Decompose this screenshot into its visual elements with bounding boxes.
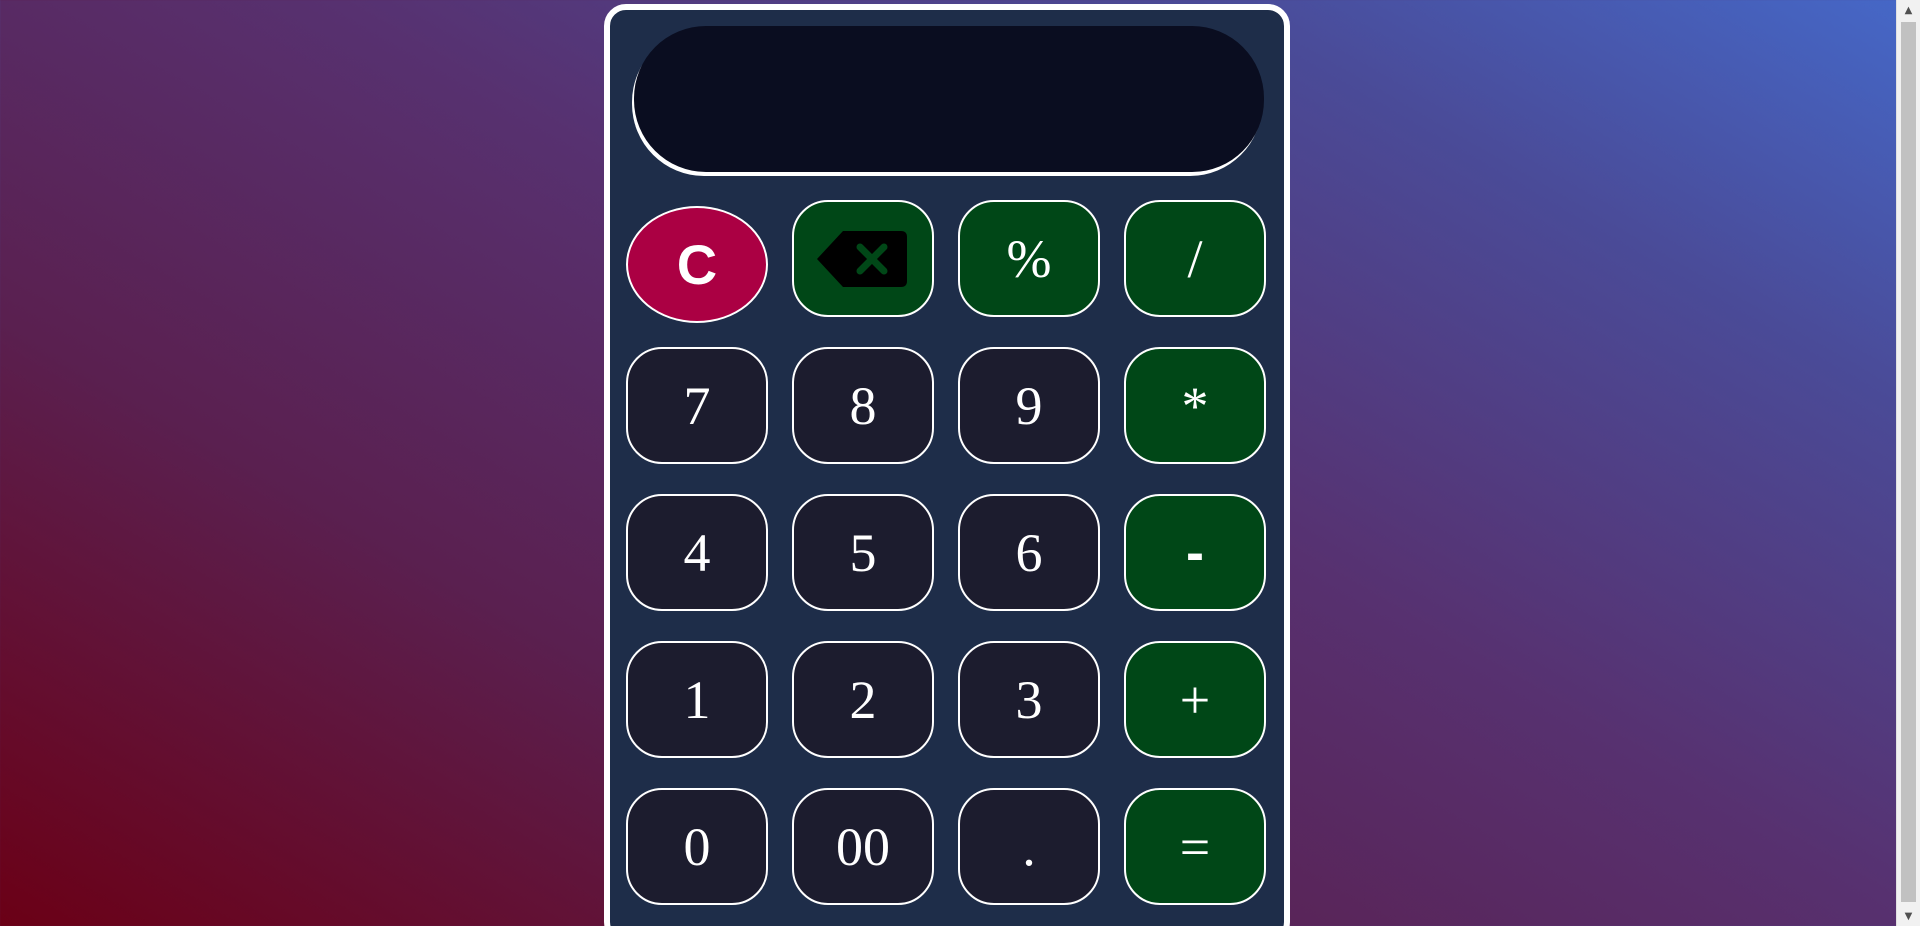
digit-7-button[interactable]: 7: [626, 347, 768, 464]
digit-1-button[interactable]: 1: [626, 641, 768, 758]
clear-button-label: C: [676, 233, 718, 296]
digit-3-label: 3: [1015, 669, 1043, 730]
digit-6-label: 6: [1015, 522, 1043, 583]
divide-button[interactable]: /: [1124, 200, 1266, 317]
digit-5-label: 5: [849, 522, 877, 583]
scroll-down-icon[interactable]: ▼: [1897, 906, 1920, 926]
page-scrollbar[interactable]: ▲ ▼: [1896, 0, 1920, 926]
divide-button-label: /: [1187, 228, 1203, 289]
digit-9-button[interactable]: 9: [958, 347, 1100, 464]
digit-2-button[interactable]: 2: [792, 641, 934, 758]
double-zero-button[interactable]: 00: [792, 788, 934, 905]
digit-0-button[interactable]: 0: [626, 788, 768, 905]
plus-button-label: +: [1179, 669, 1211, 730]
decimal-button[interactable]: .: [958, 788, 1100, 905]
display: [634, 26, 1264, 172]
calculator: C % / 7 8 9 * 4 5 6 - 1 2 3 + 0 00 . =: [604, 4, 1290, 926]
minus-button-label: -: [1186, 522, 1204, 583]
scroll-up-icon[interactable]: ▲: [1897, 0, 1920, 20]
digit-4-button[interactable]: 4: [626, 494, 768, 611]
digit-4-label: 4: [683, 522, 711, 583]
digit-0-label: 0: [683, 816, 711, 877]
digit-6-button[interactable]: 6: [958, 494, 1100, 611]
multiply-button-label: *: [1181, 375, 1209, 436]
digit-8-button[interactable]: 8: [792, 347, 934, 464]
plus-button[interactable]: +: [1124, 641, 1266, 758]
minus-button[interactable]: -: [1124, 494, 1266, 611]
decimal-label: .: [1022, 816, 1036, 877]
digit-8-label: 8: [849, 375, 877, 436]
digit-3-button[interactable]: 3: [958, 641, 1100, 758]
percent-button[interactable]: %: [958, 200, 1100, 317]
double-zero-label: 00: [836, 816, 890, 877]
digit-5-button[interactable]: 5: [792, 494, 934, 611]
clear-button[interactable]: C: [626, 206, 768, 323]
backspace-icon: [817, 230, 907, 287]
digit-2-label: 2: [849, 669, 877, 730]
backspace-button[interactable]: [792, 200, 934, 317]
digit-7-label: 7: [683, 375, 711, 436]
digit-1-label: 1: [683, 669, 711, 730]
multiply-button[interactable]: *: [1124, 347, 1266, 464]
equals-button-label: =: [1179, 816, 1211, 877]
equals-button[interactable]: =: [1124, 788, 1266, 905]
scroll-thumb[interactable]: [1901, 22, 1916, 902]
digit-9-label: 9: [1015, 375, 1043, 436]
percent-button-label: %: [1006, 228, 1052, 289]
